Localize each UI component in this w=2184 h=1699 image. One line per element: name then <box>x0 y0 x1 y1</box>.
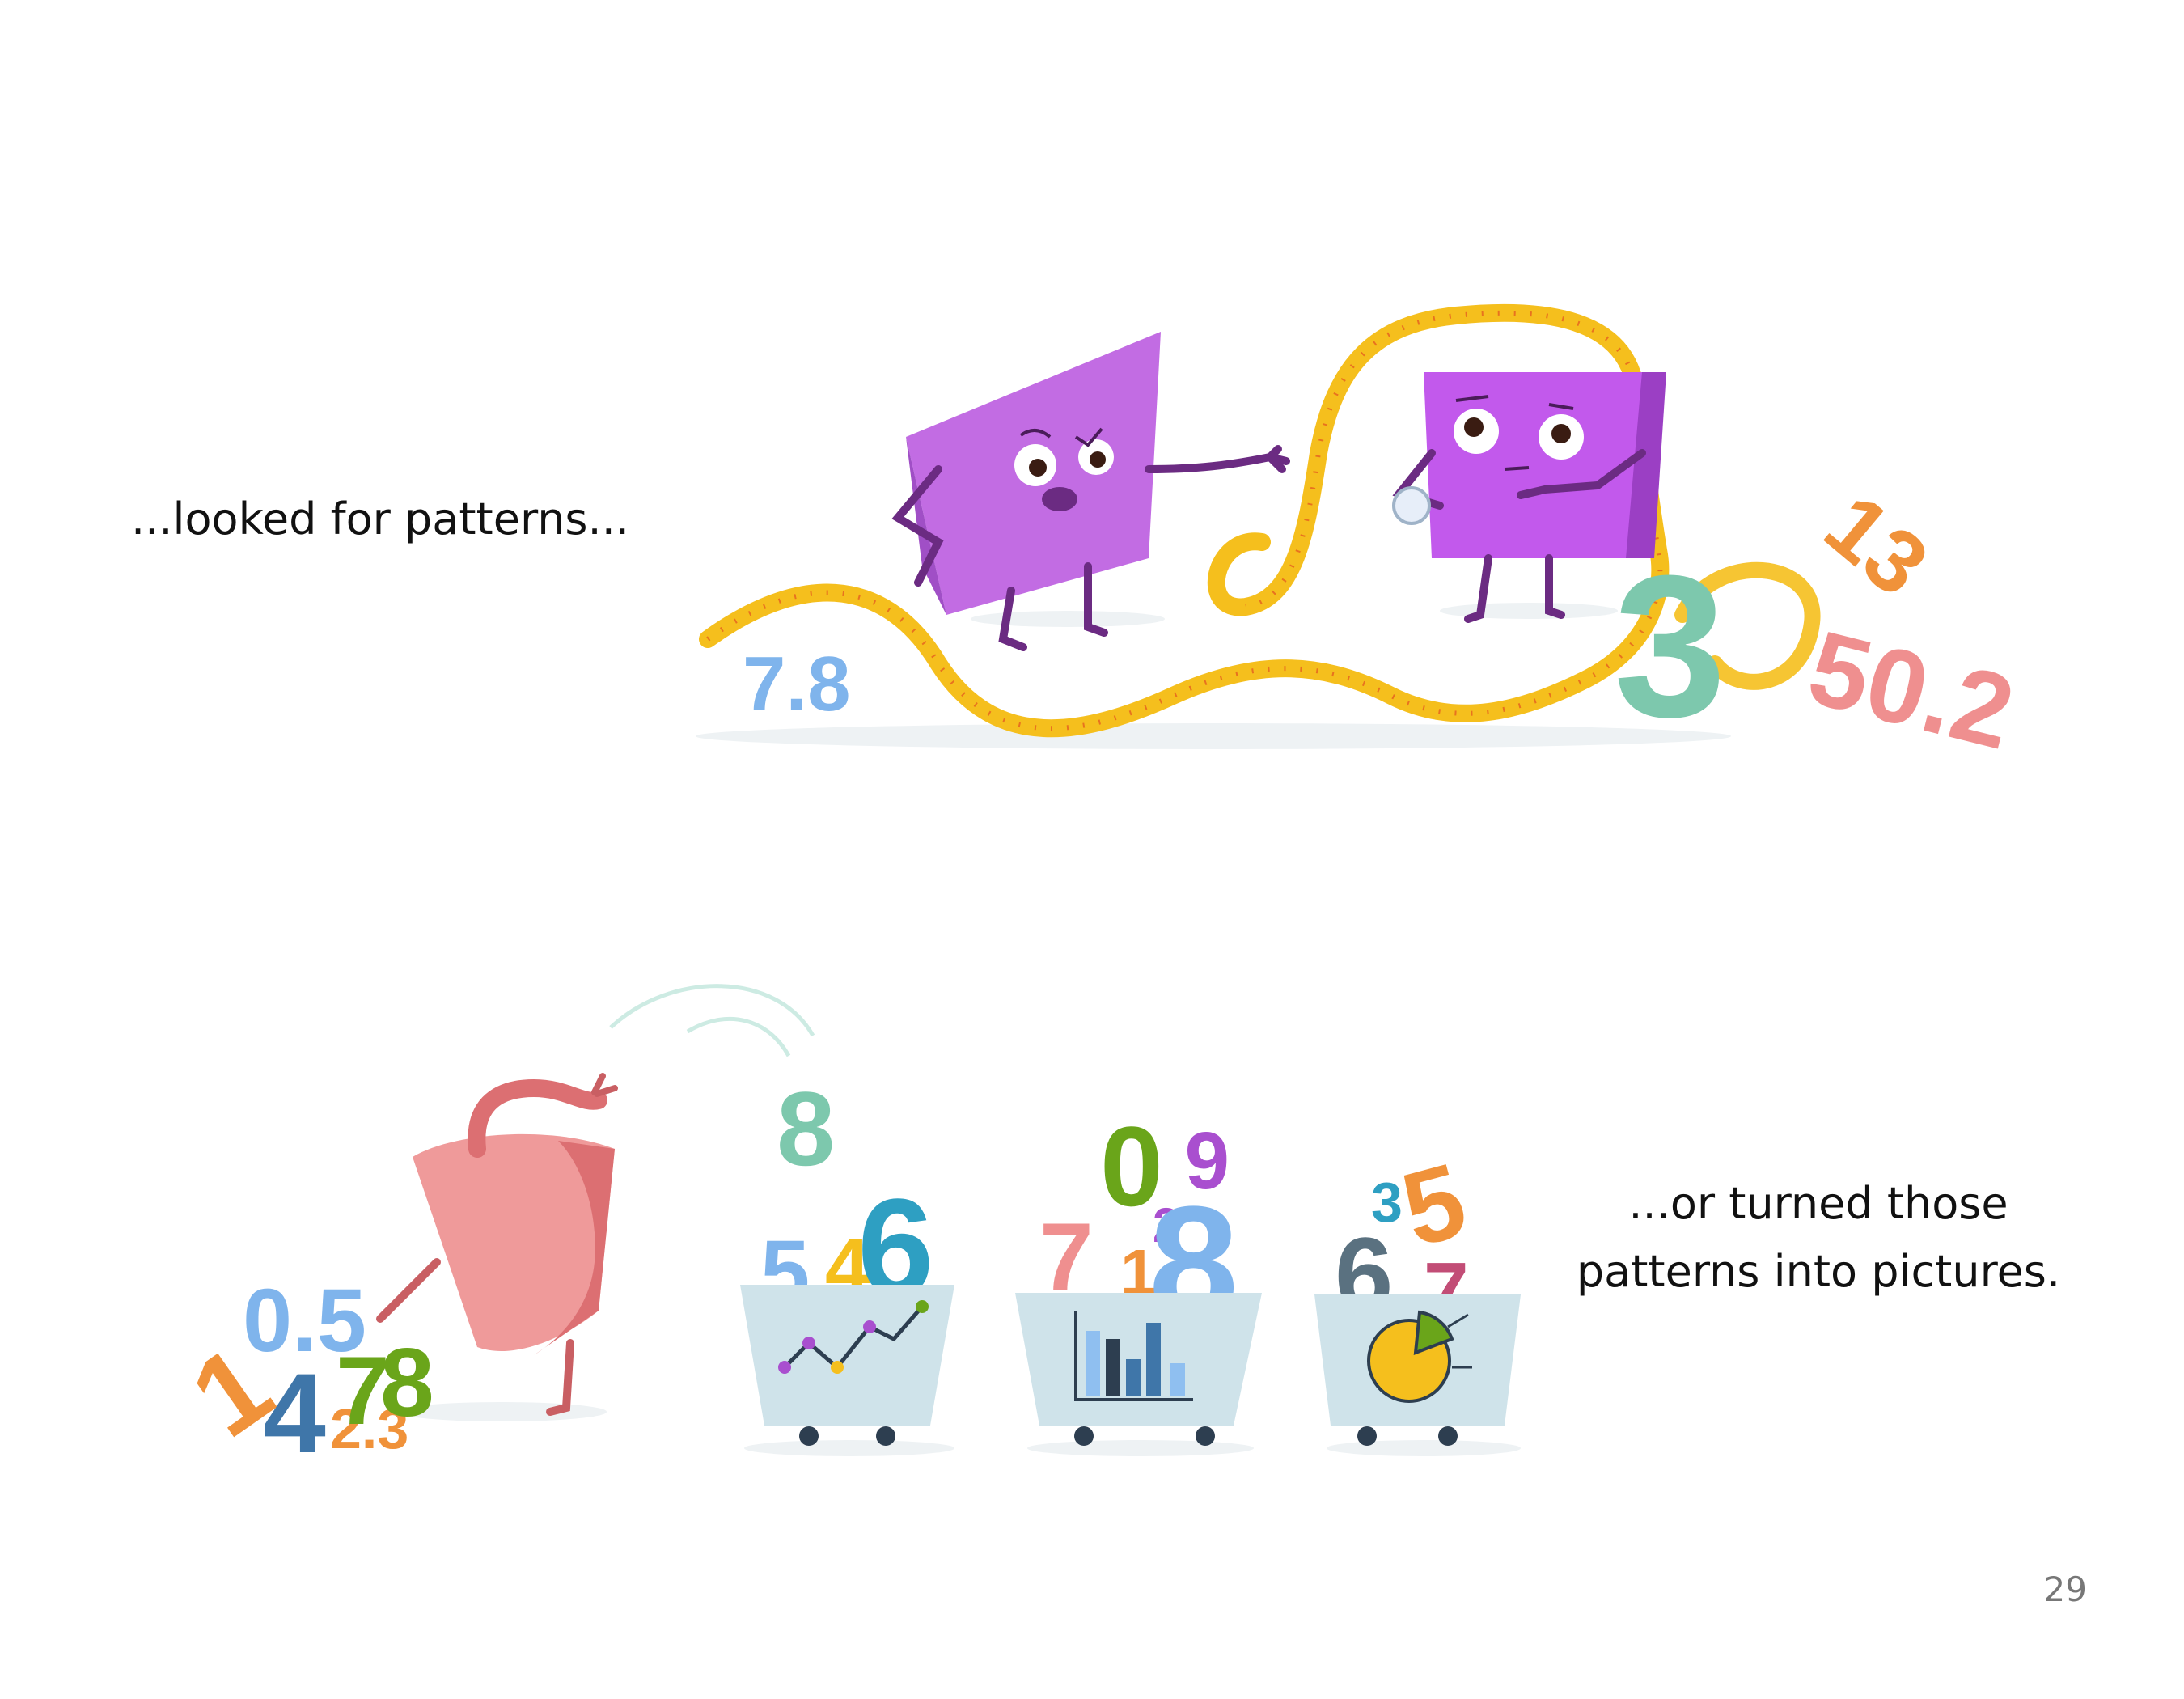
jump-arc <box>609 984 815 1037</box>
number-3: 3 <box>1614 533 1726 759</box>
cart-line-chart: 5 4 6 <box>740 1171 954 1456</box>
cart-bar-chart: 0 6 2 7 1 8 <box>1015 1103 1262 1456</box>
ground-shadow <box>696 723 1731 749</box>
top-scene: 7.8 3 13 50.2 <box>696 303 2025 772</box>
bottom-scene: 0.5 1 4 2.3 7 8 8 5 4 6 0 6 2 7 1 8 3 5 … <box>169 984 1521 1477</box>
ground-shadow <box>971 611 1165 627</box>
jumping-number-8: 8 <box>777 1070 835 1188</box>
cart-pie-chart: 3 5 6 7 <box>1314 1140 1521 1456</box>
magnifier-icon <box>1392 486 1431 525</box>
jump-arc <box>686 1017 791 1057</box>
number-50-2: 50.2 <box>1798 608 2025 772</box>
number-7-8: 7.8 <box>743 641 850 727</box>
number-8: 8 <box>380 1328 434 1437</box>
number-13: 13 <box>1806 475 1946 615</box>
illustration: 7.8 3 13 50.2 0.5 1 4 2.3 7 8 8 5 4 6 0 … <box>169 303 2025 1477</box>
number-4: 4 <box>263 1349 326 1477</box>
